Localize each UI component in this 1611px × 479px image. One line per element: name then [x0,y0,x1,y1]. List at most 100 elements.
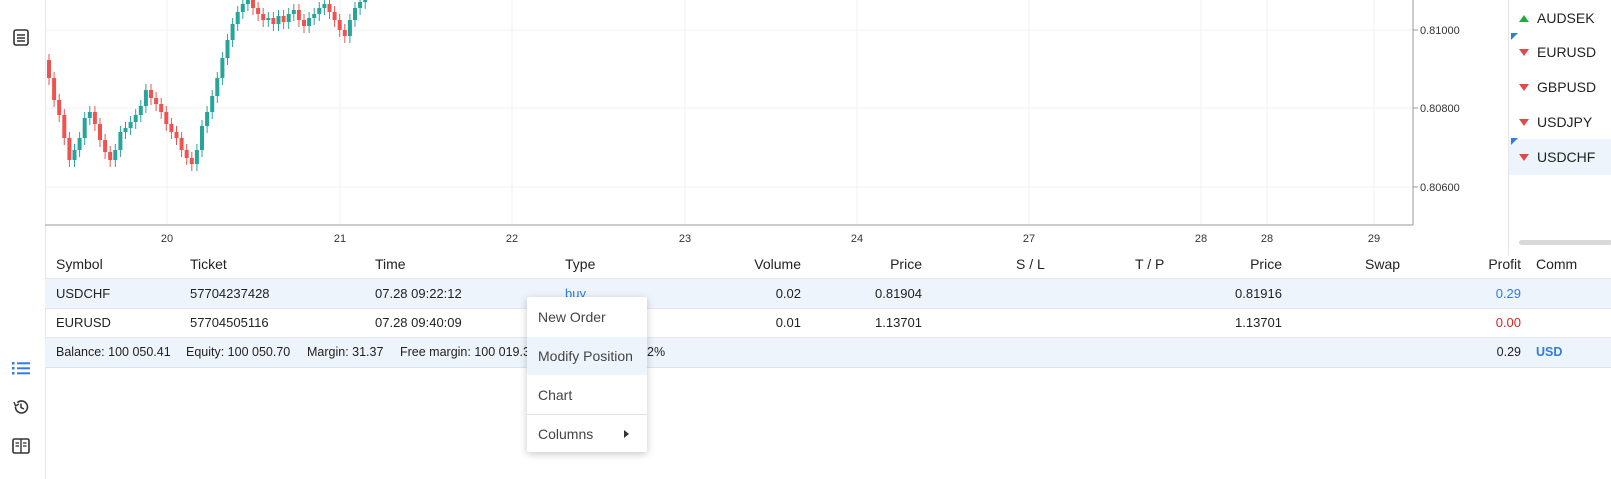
table-row[interactable]: EURUSD 57704505116 07.28 09:40:09 0.01 1… [45,308,1611,338]
x-tick-label: 22 [506,233,518,245]
candle-body [271,18,276,24]
candle-body [123,128,128,132]
submenu-arrow-icon [624,430,629,438]
menu-item-new-order[interactable]: New Order [527,298,647,336]
candle-body [245,0,250,4]
x-tick-label: 28 [1195,233,1207,245]
candle-body [251,0,255,8]
watchlist-symbol: USDCHF [1537,149,1596,165]
cell-price: 1.13701 [875,315,922,330]
candle-body [235,12,240,24]
candle-body [194,150,199,164]
menu-item-modify-position[interactable]: Modify Position [527,337,647,375]
y-tick-label: 0.81000 [1420,25,1460,37]
candle-body [52,78,57,100]
candle-body [342,30,347,36]
balance-label: Balance: 100 050.41 [56,345,171,359]
candle-body [67,138,72,160]
cell-profit: 0.00 [1495,315,1521,330]
cell-volume: 0.02 [775,286,801,301]
left-sidebar [0,0,46,479]
col-swap[interactable]: Swap [1365,255,1400,276]
positions-table: Symbol Ticket Time Type Volume Price S /… [45,255,1611,479]
triangle-down-icon [1519,118,1529,126]
candle-body [118,132,123,150]
candle-body [220,58,225,78]
candle-body [205,112,210,126]
x-tick-label: 23 [679,233,691,245]
menu-item-chart[interactable]: Chart [527,376,647,414]
triangle-down-icon [1519,48,1529,56]
watchlist-symbol: AUDSEK [1537,10,1595,26]
candle-body [57,100,62,115]
watchlist-item-audsek[interactable]: AUDSEK [1509,0,1611,36]
journal-icon[interactable] [10,435,32,457]
watchlist-symbol: USDJPY [1537,114,1593,130]
candle-body [184,150,189,158]
watchlist-item-eurusd[interactable]: EURUSD [1509,34,1611,70]
candle-body [174,132,179,138]
col-sl[interactable]: S / L [1016,255,1045,276]
candle-body [291,10,296,14]
equity-label: Equity: 100 050.70 [186,345,291,359]
cell-symbol: USDCHF [56,286,111,301]
watchlist-flag-icon [1511,138,1518,145]
col-current-price[interactable]: Price [1182,255,1282,276]
watchlist-item-usdchf[interactable]: USDCHF [1509,139,1611,175]
col-profit[interactable]: Profit [1421,255,1521,276]
candle-body [302,20,306,26]
col-symbol[interactable]: Symbol [56,255,103,276]
candle-body [286,14,291,22]
menu-item-columns-label: Columns [538,426,594,442]
cell-ticket: 57704237428 [190,286,270,301]
candle-body [113,150,118,160]
candle-body [307,18,312,26]
candle-body [87,112,92,118]
account-summary-row: Balance: 100 050.41 Equity: 100 050.70 M… [45,338,1611,368]
document-icon[interactable] [10,26,32,48]
watchlist-flag-icon [1511,33,1518,40]
col-ticket[interactable]: Ticket [190,255,227,276]
cell-price: 0.81904 [875,286,922,301]
col-type[interactable]: Type [565,255,595,276]
col-time[interactable]: Time [375,255,406,276]
col-tp[interactable]: T / P [1135,255,1164,276]
watchlist-scrollbar[interactable] [1519,240,1611,245]
menu-item-columns[interactable]: Columns [527,415,647,453]
col-price[interactable]: Price [822,255,922,276]
col-comment[interactable]: Comm [1536,255,1577,276]
y-tick-label: 0.80600 [1420,182,1460,194]
candle-body [322,4,327,8]
x-tick-label: 28 [1261,233,1273,245]
candle-body [143,90,148,106]
candle-body [149,90,153,98]
cell-current-price: 1.13701 [1235,315,1282,330]
candle-body [281,16,286,22]
x-tick-label: 29 [1368,233,1380,245]
candle-body [138,106,143,115]
candle-body [189,158,194,164]
candle-body [230,24,235,40]
candle-body [47,60,51,78]
list-icon[interactable] [10,357,32,379]
x-tick-label: 21 [334,233,346,245]
margin-label: Margin: 31.37 [307,345,384,359]
triangle-up-icon [1519,14,1529,22]
table-row[interactable]: USDCHF 57704237428 07.28 09:22:12 buy 0.… [45,278,1611,309]
cell-time: 07.28 09:22:12 [375,286,462,301]
candle-body [169,124,174,132]
col-volume[interactable]: Volume [701,255,801,276]
candle-body [358,2,363,8]
candle-body [72,150,77,160]
context-menu: New Order Modify Position Chart Columns [527,297,647,452]
candle-body [276,16,281,24]
candlestick-chart[interactable]: 0.81000 0.80800 0.80600 20 21 22 23 24 27 28 28 29 [45,0,1508,255]
watchlist-item-gbpusd[interactable]: GBPUSD [1509,69,1611,105]
price-chart[interactable]: 0.81000 0.80800 0.80600 20 21 22 23 24 27 28 28 29 [45,0,1460,255]
history-icon[interactable] [10,396,32,418]
candle-body [159,104,164,112]
triangle-down-icon [1519,83,1529,91]
free-margin-label: Free margin: 100 019.3 [400,345,530,359]
watchlist-item-usdjpy[interactable]: USDJPY [1509,104,1611,140]
cell-ticket: 57704505116 [190,315,269,330]
